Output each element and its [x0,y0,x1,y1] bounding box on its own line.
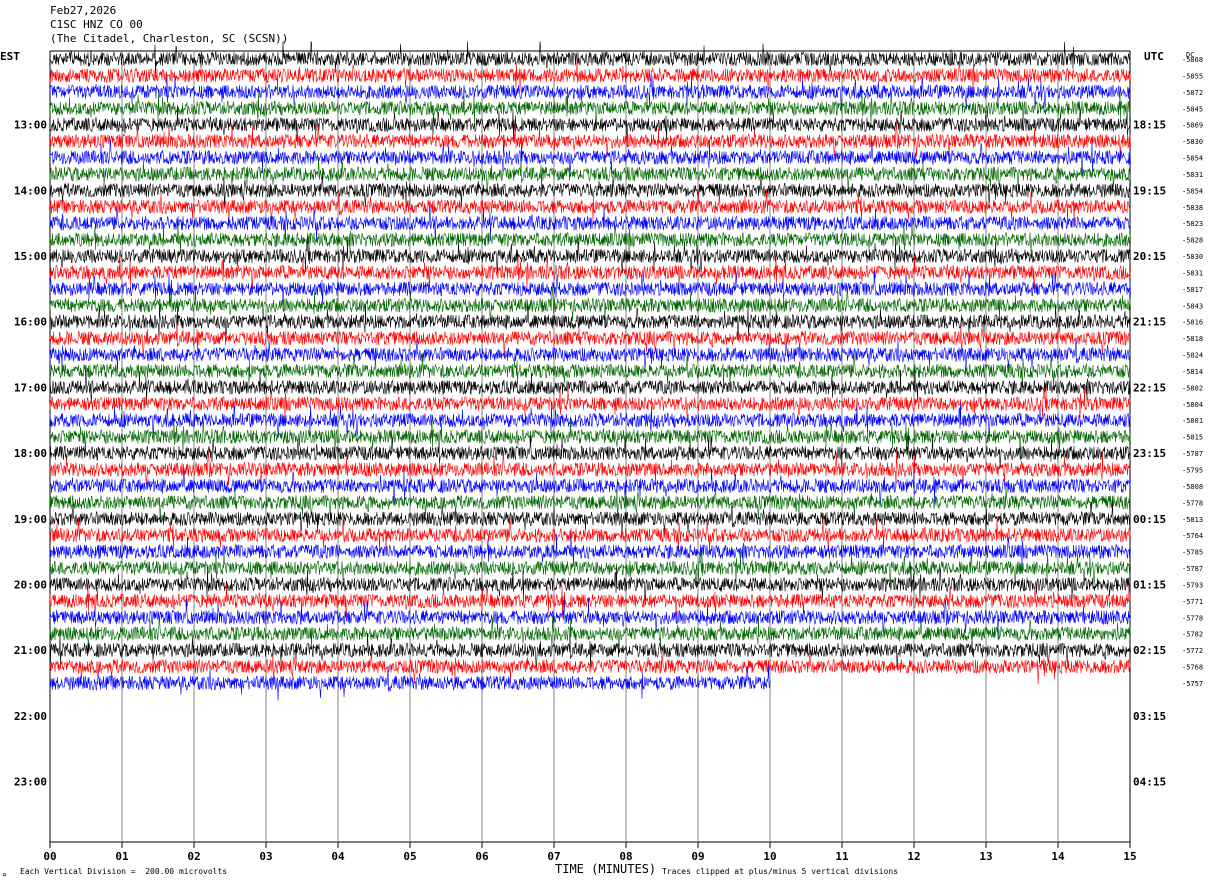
utc-hour-label: 23:15 [1133,447,1166,460]
utc-hour-label: 20:15 [1133,250,1166,263]
dc-offset-label: -5854 [1182,155,1203,163]
x-tick-label: 01 [115,850,129,863]
scale-note: Each Vertical Division = 200.00 microvol… [20,867,228,876]
dc-offset-label: -5787 [1182,565,1203,573]
dc-offset-label: -5845 [1182,105,1203,113]
dc-offset-label: -5828 [1182,237,1203,245]
dc-offset-label: -5872 [1182,89,1203,97]
est-hour-label: 13:00 [14,119,47,132]
x-tick-label: 09 [691,850,704,863]
x-tick-label: 14 [1051,850,1065,863]
utc-hour-label: 02:15 [1133,644,1166,657]
dc-offset-label: -5801 [1182,417,1203,425]
dc-offset-label: -5804 [1182,401,1203,409]
dc-offset-label: -5831 [1182,269,1203,277]
dc-offset-label: -5787 [1182,450,1203,458]
est-hour-label: 17:00 [14,381,47,394]
seismic-trace [49,139,1131,176]
dc-offset-label: -5808 [1182,483,1203,491]
dc-offset-label: -5793 [1182,581,1203,589]
utc-hour-label: 22:15 [1133,381,1166,394]
dc-offset-label: -5816 [1182,319,1203,327]
x-tick-label: 12 [907,850,920,863]
dc-offset-label: -5843 [1182,302,1203,310]
x-tick-label: 04 [331,850,345,863]
x-tick-label: 13 [979,850,992,863]
helicorder-plot: 00 01 02 03 04 05 06 07 08 09 10 11 12 13 14 1513:00 18:… [14,40,1203,863]
est-hour-label: 16:00 [14,316,47,329]
dc-offset-label: -5778 [1182,499,1203,507]
utc-hour-label: 19:15 [1133,184,1166,197]
x-tick-label: 06 [475,850,489,863]
x-tick-label: 15 [1123,850,1136,863]
dc-offset-label: -5757 [1182,680,1203,688]
dc-offset-label: -5824 [1182,352,1203,360]
dc-offset-label: -5764 [1182,532,1203,540]
est-hour-label: 23:00 [14,775,47,788]
dc-offset-label: -5855 [1182,72,1203,80]
x-tick-label: 02 [187,850,200,863]
x-tick-label: 03 [259,850,272,863]
x-tick-label: 11 [835,850,849,863]
dc-offset-label: -5817 [1182,286,1203,294]
dc-offset-label: -5778 [1182,614,1203,622]
utc-hour-label: 18:15 [1133,119,1166,132]
clip-note: Traces clipped at plus/minus 5 vertical … [662,867,899,876]
est-hour-label: 20:00 [14,578,47,591]
est-hour-label: 14:00 [14,184,47,197]
dc-offset-label: -5838 [1182,204,1203,212]
dc-offset-label: -5813 [1182,516,1203,524]
dc-offset-label: -5831 [1182,171,1203,179]
x-tick-label: 00 [43,850,56,863]
dc-offset-label: -5795 [1182,467,1203,475]
dc-offset-label: -5823 [1182,220,1203,228]
dc-offset-label: -5785 [1182,549,1203,557]
est-hour-label: 22:00 [14,710,47,723]
dc-offset-label: -5830 [1182,138,1203,146]
dc-offset-label: -5771 [1182,598,1203,606]
dc-offset-label: -5830 [1182,253,1203,261]
est-hour-label: 19:00 [14,513,47,526]
est-hour-label: 21:00 [14,644,47,657]
utc-hour-label: 00:15 [1133,513,1166,526]
utc-hour-label: 21:15 [1133,316,1166,329]
dc-offset-label: -5868 [1182,56,1203,64]
dc-offset-label: -5802 [1182,384,1203,392]
dc-offset-label: -5768 [1182,664,1203,672]
utc-hour-label: 01:15 [1133,578,1166,591]
utc-hour-label: 03:15 [1133,710,1166,723]
utc-hour-label: 04:15 [1133,775,1166,788]
x-axis-title: TIME (MINUTES) [555,862,657,876]
dc-offset-label: -5854 [1182,187,1203,195]
est-hour-label: 18:00 [14,447,47,460]
seismic-trace [49,517,1131,554]
dc-offset-label: -5782 [1182,631,1203,639]
dc-offset-label: -5815 [1182,434,1203,442]
x-tick-label: 10 [763,850,776,863]
corner-mark: ¤ [2,870,7,879]
est-hour-label: 15:00 [14,250,47,263]
dc-offset-label: -5818 [1182,335,1203,343]
dc-offset-label: -5814 [1182,368,1203,376]
dc-offset-label: -5869 [1182,122,1203,130]
x-tick-label: 05 [403,850,416,863]
seismic-trace [49,567,1131,602]
dc-offset-label: -5772 [1182,647,1203,655]
